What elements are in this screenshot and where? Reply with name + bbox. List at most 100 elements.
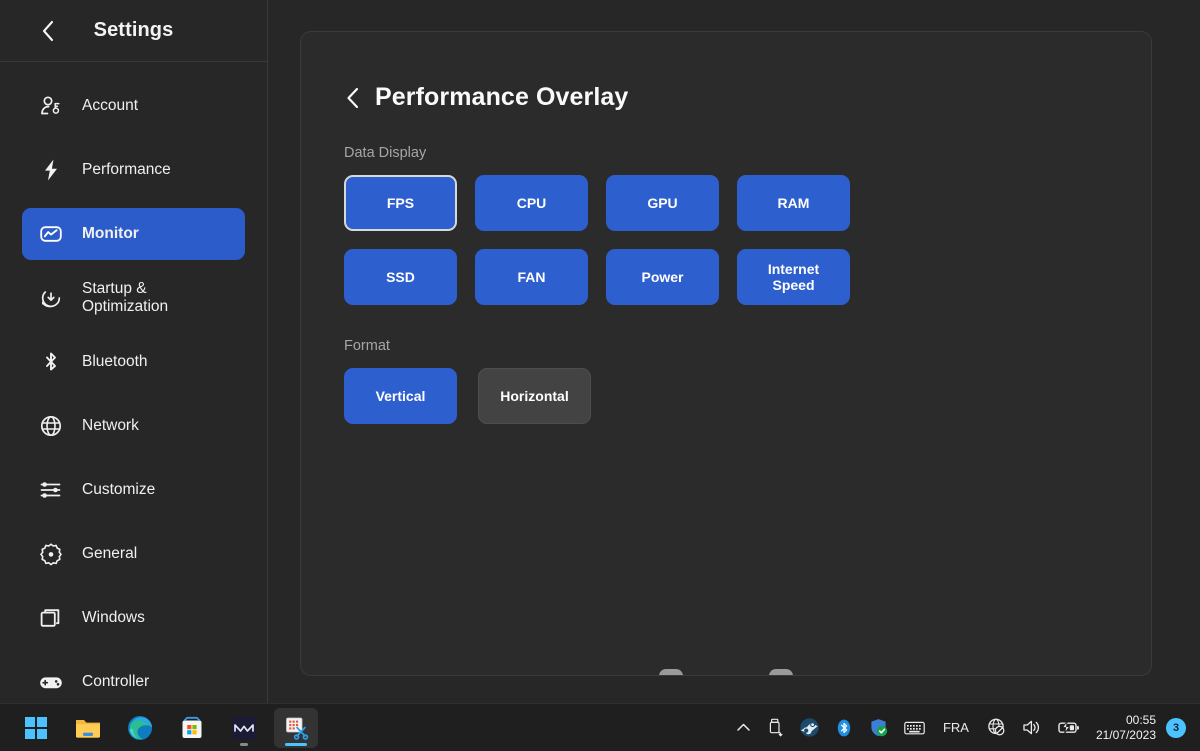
battery-button[interactable]	[1049, 708, 1088, 748]
tile-fps[interactable]: FPS	[344, 175, 457, 231]
sidebar-header: Settings	[0, 0, 267, 62]
sidebar-item-label: Startup & Optimization	[82, 279, 169, 315]
globe-disconnected-icon	[988, 718, 1005, 736]
show-hidden-icons-button[interactable]	[728, 708, 759, 748]
chevron-left-icon	[42, 20, 54, 41]
keyboard-icon	[904, 721, 925, 734]
clock-date: 21/07/2023	[1095, 727, 1156, 742]
sidebar-item-network[interactable]: Network	[22, 400, 245, 452]
clock[interactable]: 00:55 21/07/2023	[1088, 713, 1164, 743]
sliders-icon	[38, 477, 64, 503]
store-icon	[182, 716, 202, 738]
sidebar-item-general[interactable]: General	[22, 528, 245, 580]
usb-icon	[769, 718, 783, 737]
sidebar-nav: Account Performance Monitor Startup & Op…	[0, 62, 267, 703]
windows-logo-icon	[25, 716, 47, 739]
gear-icon	[38, 541, 64, 567]
network-button[interactable]	[979, 708, 1014, 748]
startup-download-icon	[38, 285, 64, 311]
page-back-button[interactable]	[344, 85, 361, 111]
sidebar-item-label: Account	[82, 96, 139, 114]
steam-icon	[800, 718, 819, 737]
system-tray: FRA 00:55 21/07/2023 3	[728, 708, 1192, 748]
notification-badge[interactable]: 3	[1166, 717, 1186, 738]
bluetooth-icon	[837, 719, 851, 736]
steam-button[interactable]	[792, 708, 827, 748]
globe-icon	[38, 413, 64, 439]
panel-header: Performance Overlay	[344, 83, 1113, 112]
tile-cpu[interactable]: CPU	[475, 175, 588, 231]
page-title: Performance Overlay	[375, 83, 629, 111]
sidebar-item-customize[interactable]: Customize	[22, 464, 245, 516]
sidebar-back-button[interactable]	[34, 17, 62, 45]
tile-gpu[interactable]: GPU	[606, 175, 719, 231]
speaker-icon	[1023, 720, 1039, 735]
sidebar-item-label: Network	[82, 416, 139, 434]
folder-icon	[76, 719, 100, 738]
tile-ram[interactable]: RAM	[737, 175, 850, 231]
sidebar-item-label: Performance	[82, 160, 171, 178]
safely-remove-hardware-button[interactable]	[759, 708, 792, 748]
sidebar-item-startup-optimization[interactable]: Startup & Optimization	[22, 272, 245, 324]
edge-icon	[128, 715, 153, 740]
occluded-control	[659, 669, 683, 675]
format-option-horizontal[interactable]: Horizontal	[478, 368, 591, 424]
sidebar: Settings Account Performance Monitor Sta…	[0, 0, 268, 703]
section-label-format: Format	[344, 338, 390, 354]
lightning-bolt-icon	[38, 157, 64, 183]
start-button[interactable]	[14, 708, 58, 748]
screen: Settings Account Performance Monitor Sta…	[0, 0, 1200, 751]
sidebar-item-controller[interactable]: Controller	[22, 656, 245, 703]
active-indicator	[285, 742, 307, 746]
main-content: Performance Overlay Data Display FPS CPU…	[268, 0, 1200, 703]
shield-check-icon	[871, 719, 888, 737]
sidebar-item-label: Windows	[82, 608, 145, 626]
taskbar-apps	[14, 707, 318, 748]
tile-fan[interactable]: FAN	[475, 249, 588, 305]
sidebar-item-account[interactable]: Account	[22, 80, 245, 132]
sidebar-item-bluetooth[interactable]: Bluetooth	[22, 336, 245, 388]
sidebar-item-performance[interactable]: Performance	[22, 144, 245, 196]
file-explorer-button[interactable]	[66, 708, 110, 748]
sidebar-item-label: Controller	[82, 672, 150, 690]
sidebar-item-label: Monitor	[82, 224, 139, 242]
tile-power[interactable]: Power	[606, 249, 719, 305]
mail-icon	[232, 715, 256, 740]
volume-button[interactable]	[1014, 708, 1049, 748]
occluded-bottom-controls	[301, 669, 1151, 675]
section-label-data-display: Data Display	[344, 145, 427, 161]
chevron-up-icon	[737, 723, 750, 731]
clock-time: 00:55	[1125, 712, 1156, 727]
microsoft-store-button[interactable]	[170, 708, 214, 748]
bluetooth-tray-button[interactable]	[827, 708, 861, 748]
sidebar-item-windows[interactable]: Windows	[22, 592, 245, 644]
account-icon	[38, 93, 64, 119]
bluetooth-icon	[38, 349, 64, 375]
sidebar-item-monitor[interactable]: Monitor	[22, 208, 245, 260]
data-display-grid: FPS CPU GPU RAM SSD FAN Power Internet S…	[344, 175, 1113, 305]
running-indicator	[240, 742, 248, 746]
tile-internet-speed[interactable]: Internet Speed	[737, 249, 850, 305]
taskbar: FRA 00:55 21/07/2023 3	[0, 703, 1200, 751]
occluded-control	[769, 669, 793, 675]
format-option-vertical[interactable]: Vertical	[344, 368, 457, 424]
settings-window: Settings Account Performance Monitor Sta…	[0, 0, 1200, 703]
monitor-chart-icon	[38, 221, 64, 247]
sidebar-item-label: Customize	[82, 480, 156, 498]
format-options: Vertical Horizontal	[344, 368, 1113, 424]
language-indicator[interactable]: FRA	[933, 708, 979, 748]
performance-overlay-panel: Performance Overlay Data Display FPS CPU…	[300, 31, 1152, 676]
tile-ssd[interactable]: SSD	[344, 249, 457, 305]
windows-stack-icon	[38, 605, 64, 631]
chevron-left-icon	[347, 87, 359, 108]
snipping-tool-button[interactable]	[274, 707, 318, 748]
snipping-tool-icon	[286, 717, 309, 740]
battery-charging-icon	[1058, 720, 1079, 734]
gamepad-icon	[38, 669, 64, 695]
sidebar-item-label: Bluetooth	[82, 352, 148, 370]
sidebar-item-label: General	[82, 544, 138, 562]
touch-keyboard-button[interactable]	[896, 708, 933, 748]
windows-security-button[interactable]	[861, 708, 896, 748]
mail-app-button[interactable]	[222, 708, 266, 748]
microsoft-edge-button[interactable]	[118, 708, 162, 748]
